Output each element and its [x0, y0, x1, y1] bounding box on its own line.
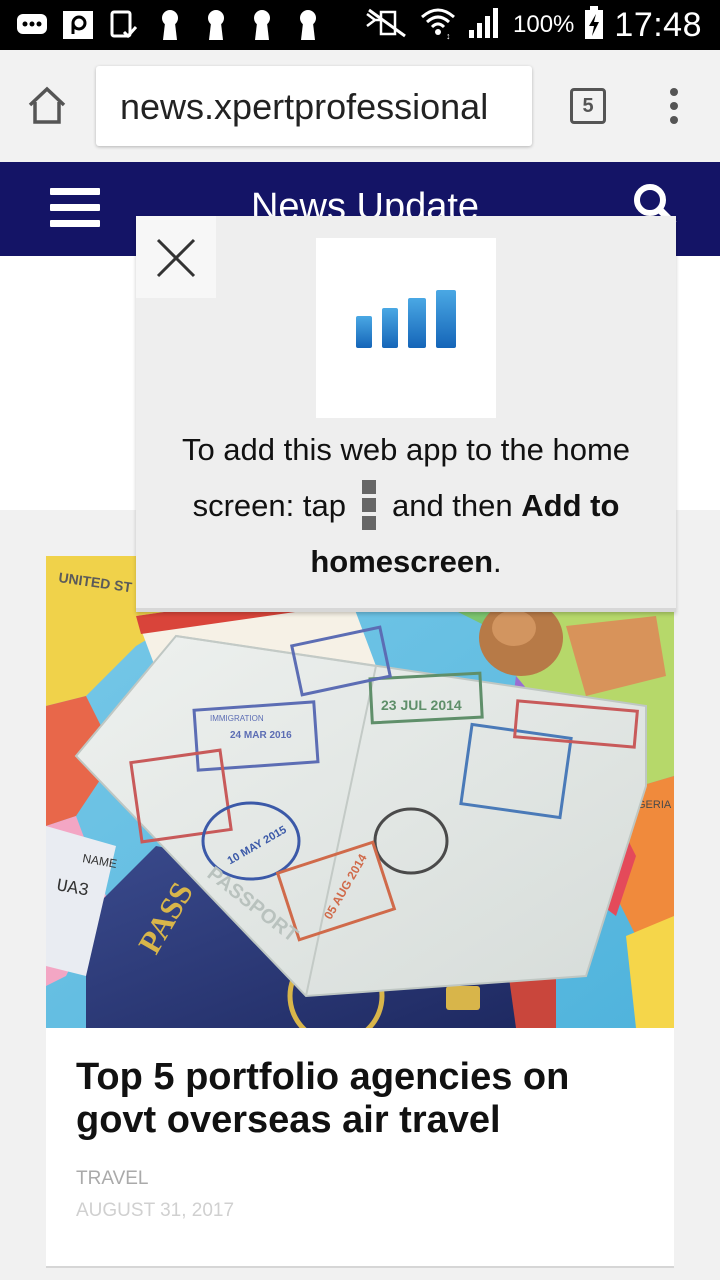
article-title[interactable]: Top 5 portfolio agencies on govt oversea…: [76, 1056, 636, 1142]
keyhole-icon: [292, 10, 324, 40]
status-bar: ↕ 100% 17:48: [0, 0, 720, 50]
battery-charging-icon: [584, 5, 604, 45]
add-to-homescreen-popup: To add this web app to the home screen: …: [136, 216, 676, 612]
url-bar[interactable]: news.xpertprofessional: [96, 66, 532, 146]
svg-text:↕: ↕: [446, 31, 451, 40]
tablet-check-icon: [108, 10, 140, 40]
overflow-menu-icon: [361, 480, 376, 530]
close-icon: [156, 238, 196, 278]
battery-percent: 100%: [513, 11, 575, 38]
browser-menu-button[interactable]: [664, 86, 684, 126]
status-system-icons: ↕ 100% 17:48: [361, 0, 702, 50]
clock: 17:48: [614, 5, 702, 44]
article-category[interactable]: TRAVEL: [76, 1168, 149, 1190]
article-date: AUGUST 31, 2017: [76, 1200, 235, 1221]
keyhole-icon: [154, 10, 186, 40]
mute-icon: [361, 6, 409, 45]
tab-switcher-button[interactable]: 5: [570, 88, 606, 124]
home-button[interactable]: [26, 86, 68, 126]
popup-text-end: .: [493, 544, 502, 579]
status-notification-icons: [16, 8, 324, 42]
home-icon: [28, 86, 66, 124]
stamp-date-2: 24 MAR 2016: [230, 730, 292, 741]
browser-toolbar: news.xpertprofessional 5: [0, 50, 720, 162]
popup-instructions: To add this web app to the home screen: …: [146, 422, 666, 590]
article-image[interactable]: UNITED ST NIGERIA PASS 23 JUL 2014 24 MA…: [46, 556, 674, 1028]
close-popup-button[interactable]: [136, 216, 216, 298]
stamp-immigration: IMMIGRATION: [210, 714, 264, 723]
p-app-icon: [62, 10, 94, 40]
stamp-date-1: 23 JUL 2014: [381, 697, 462, 713]
url-text: news.xpertprofessional: [120, 86, 489, 127]
wifi-icon: ↕: [419, 6, 457, 45]
overflow-menu-icon: [670, 88, 678, 124]
signal-bars-logo: [356, 290, 456, 348]
keyhole-icon: [200, 10, 232, 40]
popup-text-middle: and then: [391, 488, 513, 523]
article-card[interactable]: UNITED ST NIGERIA PASS 23 JUL 2014 24 MA…: [46, 556, 674, 1268]
keyhole-icon: [246, 10, 278, 40]
web-app-icon: [316, 238, 496, 418]
message-icon: [16, 10, 48, 40]
signal-icon: [467, 6, 503, 45]
